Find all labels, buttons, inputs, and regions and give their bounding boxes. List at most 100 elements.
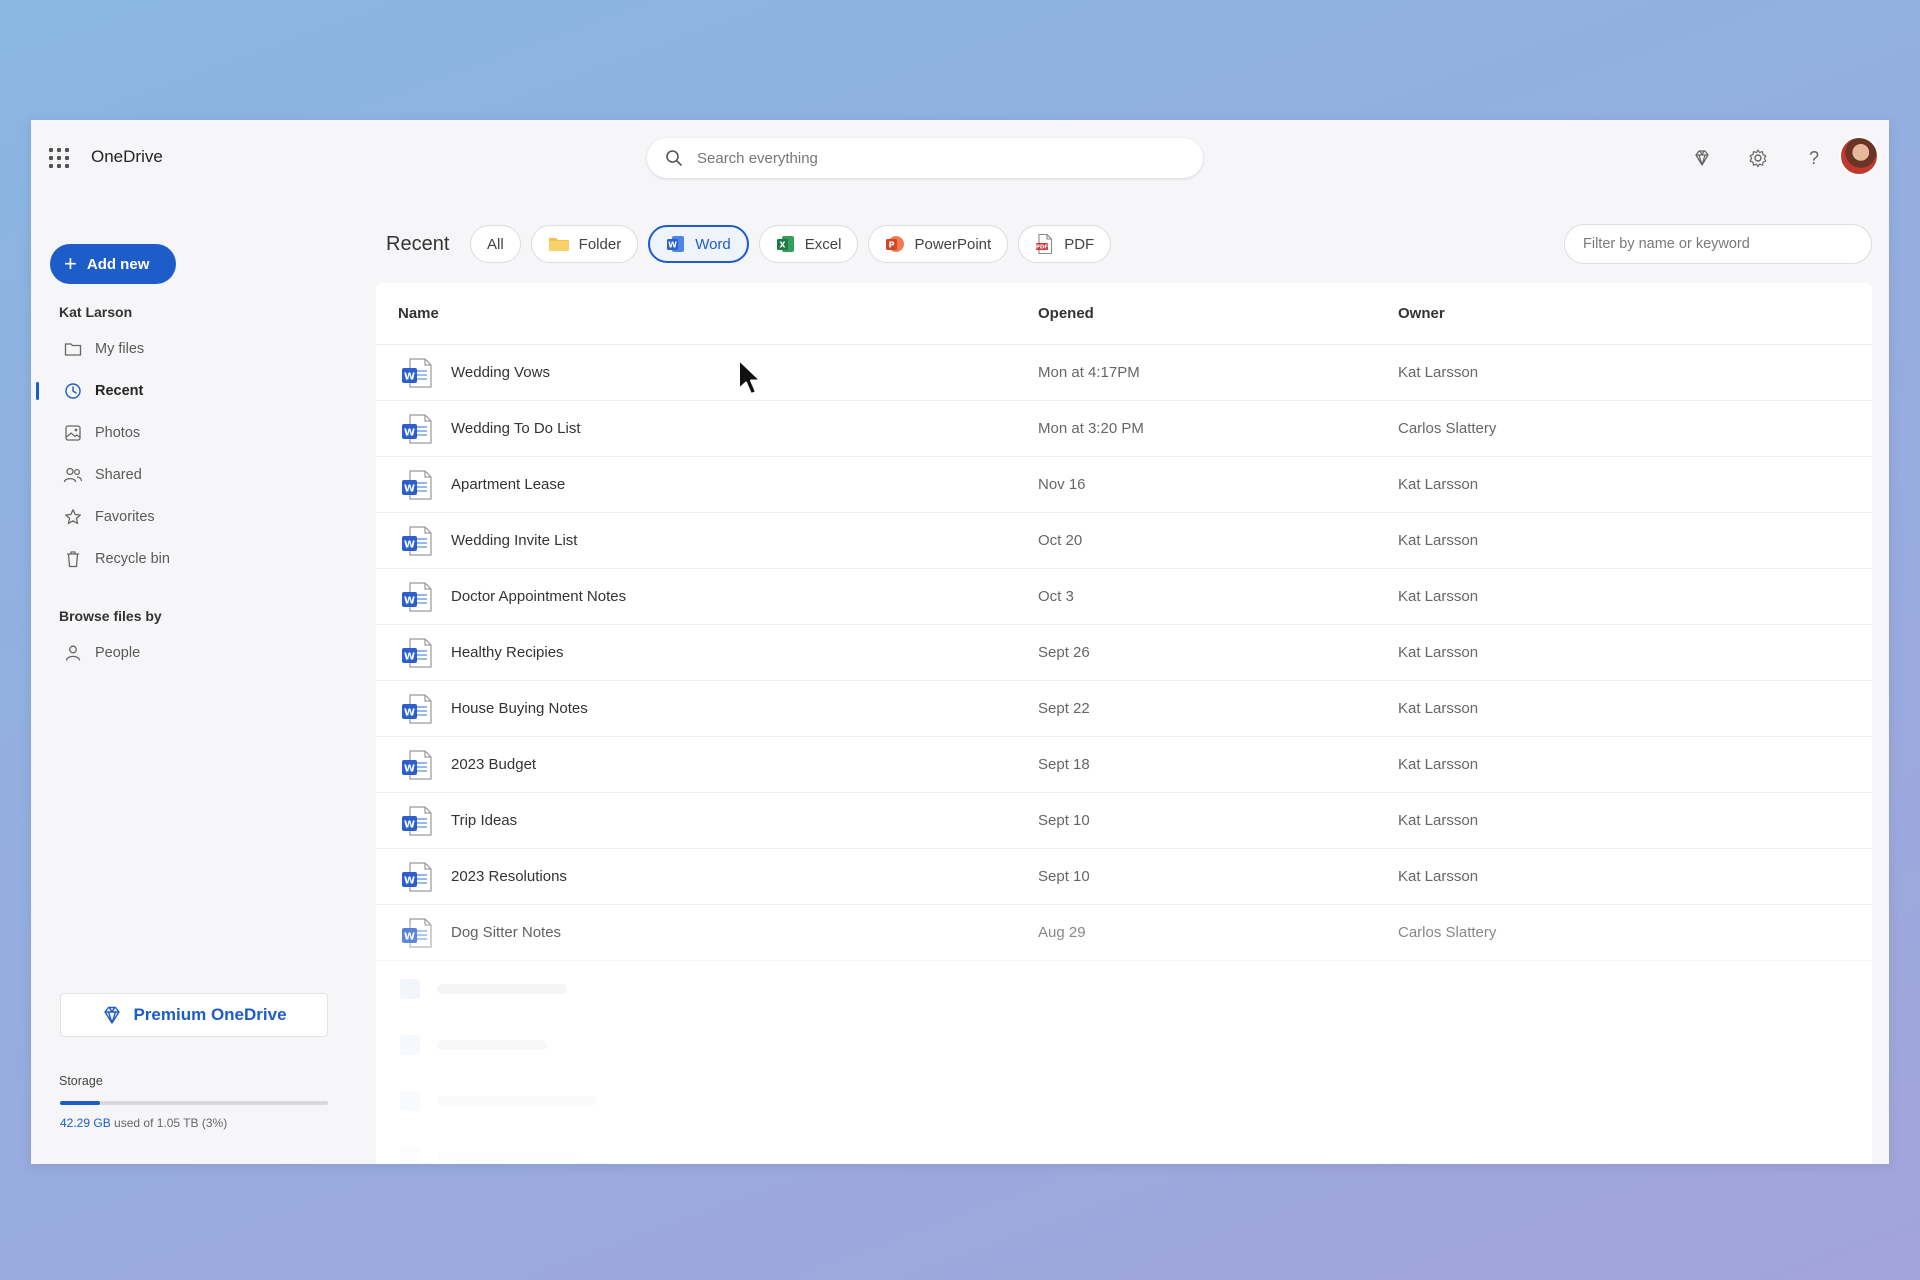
- word-file-icon: W: [402, 413, 432, 444]
- file-name-cell: W Wedding Vows: [376, 356, 1038, 390]
- file-name[interactable]: Healthy Recipies: [451, 644, 564, 661]
- svg-text:W: W: [404, 595, 415, 606]
- owner-name: Kat Larsson: [1398, 532, 1479, 549]
- file-name[interactable]: Wedding Invite List: [451, 532, 577, 549]
- folder-icon: [63, 339, 83, 359]
- table-row[interactable]: W Apartment Lease Nov 16 Kat Larsson: [376, 457, 1872, 513]
- storage-used[interactable]: 42.29 GB: [60, 1116, 111, 1130]
- search-box[interactable]: [647, 138, 1203, 178]
- column-header-opened[interactable]: Opened: [1038, 305, 1398, 322]
- owner-name: Kat Larsson: [1398, 812, 1479, 829]
- premium-onedrive-button[interactable]: Premium OneDrive: [60, 993, 328, 1037]
- owner-name: Kat Larsson: [1398, 476, 1479, 493]
- word-file-icon: [400, 978, 420, 999]
- file-name[interactable]: Apartment Lease: [451, 476, 565, 493]
- search-input[interactable]: [697, 149, 1177, 167]
- sidebar-item-my-files[interactable]: My files: [31, 332, 351, 366]
- table-row-placeholder: [376, 1017, 1872, 1073]
- file-name[interactable]: Trip Ideas: [451, 812, 517, 829]
- sidebar-item-shared[interactable]: Shared: [31, 458, 351, 492]
- word-file-icon: W: [402, 693, 432, 724]
- pdf-icon: PDF: [1036, 233, 1053, 255]
- sidebar-item-recent[interactable]: Recent: [31, 374, 351, 408]
- filter-input[interactable]: [1564, 224, 1872, 264]
- chip-excel[interactable]: X Excel: [758, 225, 859, 263]
- mouse-cursor-icon: [738, 359, 762, 395]
- svg-text:W: W: [404, 763, 415, 774]
- sidebar-item-recycle-bin[interactable]: Recycle bin: [31, 542, 351, 576]
- people-icon: [63, 465, 83, 485]
- table-row[interactable]: W Wedding To Do List Mon at 3:20 PM Carlos …: [376, 401, 1872, 457]
- table-row[interactable]: W Wedding Vows Mon at 4:17PM Kat Larsson: [376, 345, 1872, 401]
- help-icon[interactable]: ?: [1802, 146, 1826, 170]
- table-row[interactable]: W 2023 Budget Sept 18 Kat Larsson: [376, 737, 1872, 793]
- onedrive-window: OneDrive ? + Add new Kat Larson My files: [31, 120, 1889, 1164]
- app-launcher-icon[interactable]: [49, 148, 69, 168]
- table-row[interactable]: W Trip Ideas Sept 10 Kat Larsson: [376, 793, 1872, 849]
- table-row[interactable]: W Doctor Appointment Notes Oct 3 Kat Larsso…: [376, 569, 1872, 625]
- sidebar-item-photos[interactable]: Photos: [31, 416, 351, 450]
- column-header-owner[interactable]: Owner: [1398, 305, 1445, 322]
- files-table: Name Opened Owner W Wedding Vows Mon at 4:…: [376, 283, 1872, 1164]
- excel-icon: X: [776, 236, 794, 252]
- settings-gear-icon[interactable]: [1746, 146, 1770, 170]
- table-row[interactable]: W 2023 Resolutions Sept 10 Kat Larsson: [376, 849, 1872, 905]
- owner-name: Kat Larsson: [1398, 364, 1479, 381]
- table-row[interactable]: W Healthy Recipies Sept 26 Kat Larsson: [376, 625, 1872, 681]
- chip-folder[interactable]: Folder: [530, 225, 639, 263]
- diamond-icon: [104, 1006, 121, 1024]
- table-row-placeholder: [376, 1073, 1872, 1129]
- add-new-button[interactable]: + Add new: [50, 244, 176, 284]
- powerpoint-icon: P: [886, 236, 905, 252]
- table-body: W Wedding Vows Mon at 4:17PM Kat Larsson W We…: [376, 345, 1872, 961]
- file-name[interactable]: Doctor Appointment Notes: [451, 588, 626, 605]
- sidebar-item-favorites[interactable]: Favorites: [31, 500, 351, 534]
- table-row[interactable]: W House Buying Notes Sept 22 Kat Larsson: [376, 681, 1872, 737]
- svg-text:W: W: [404, 651, 415, 662]
- owner-name: Kat Larsson: [1398, 644, 1479, 661]
- word-file-icon: [400, 1034, 420, 1055]
- file-name-cell: W House Buying Notes: [376, 692, 1038, 726]
- user-section-label: Kat Larson: [59, 304, 133, 320]
- avatar[interactable]: [1839, 136, 1879, 176]
- file-name[interactable]: Dog Sitter Notes: [451, 924, 561, 941]
- word-file-icon: W: [402, 637, 432, 668]
- chip-powerpoint[interactable]: P PowerPoint: [868, 225, 1009, 263]
- owner-name: Carlos Slattery: [1398, 420, 1497, 437]
- chip-all[interactable]: All: [470, 225, 521, 263]
- premium-diamond-icon[interactable]: [1690, 146, 1714, 170]
- storage-usage: 42.29 GB used of 1.05 TB (3%): [60, 1116, 227, 1130]
- file-type-filter-chips: All Folder W Word X Excel P PowerPoint P…: [470, 225, 1112, 263]
- chip-word[interactable]: W Word: [648, 225, 749, 263]
- opened-date: Aug 29: [1038, 924, 1086, 941]
- file-name[interactable]: House Buying Notes: [451, 700, 588, 717]
- sidebar-item-people[interactable]: People: [31, 636, 351, 670]
- svg-text:W: W: [404, 819, 415, 830]
- word-file-icon: W: [402, 581, 432, 612]
- table-row[interactable]: W Wedding Invite List Oct 20 Kat Larsson: [376, 513, 1872, 569]
- file-name-cell: W Wedding Invite List: [376, 524, 1038, 558]
- file-name[interactable]: Wedding To Do List: [451, 420, 581, 437]
- file-name[interactable]: 2023 Budget: [451, 756, 536, 773]
- svg-text:X: X: [779, 241, 786, 250]
- image-icon: [63, 423, 83, 443]
- storage-bar: [60, 1101, 328, 1105]
- table-row[interactable]: W Dog Sitter Notes Aug 29 Carlos Slattery: [376, 905, 1872, 961]
- star-icon: [63, 507, 83, 527]
- trash-icon: [63, 549, 83, 569]
- owner-name: Kat Larsson: [1398, 868, 1479, 885]
- file-name[interactable]: Wedding Vows: [451, 364, 550, 381]
- folder-yellow-icon: [548, 238, 569, 251]
- file-name[interactable]: 2023 Resolutions: [451, 868, 567, 885]
- storage-label: Storage: [59, 1074, 103, 1088]
- file-name-cell: W Apartment Lease: [376, 468, 1038, 502]
- word-file-icon: W: [402, 525, 432, 556]
- column-header-name[interactable]: Name: [376, 305, 1038, 322]
- opened-date: Sept 10: [1038, 812, 1090, 829]
- app-title: OneDrive: [91, 147, 163, 166]
- file-name-cell: W Dog Sitter Notes: [376, 916, 1038, 950]
- svg-text:W: W: [404, 483, 415, 494]
- opened-date: Sept 10: [1038, 868, 1090, 885]
- word-file-icon: [400, 1146, 420, 1164]
- chip-pdf[interactable]: PDF PDF: [1018, 225, 1112, 263]
